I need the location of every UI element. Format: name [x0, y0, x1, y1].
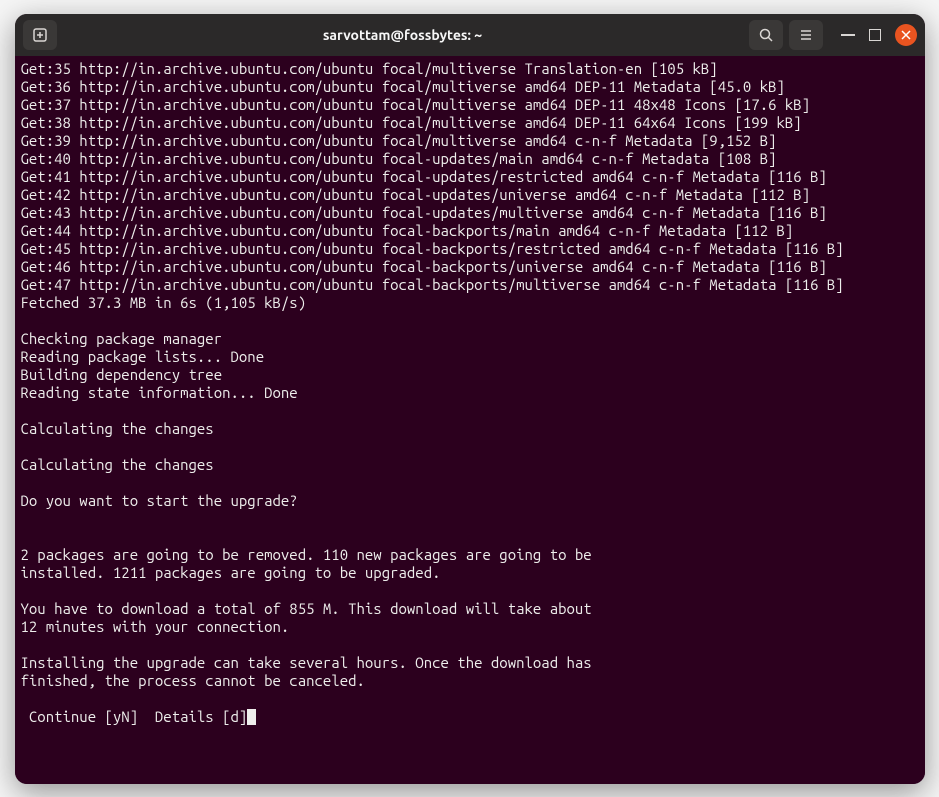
terminal-prompt: Continue [yN] Details [d]	[21, 708, 248, 725]
new-tab-icon	[32, 27, 48, 43]
hamburger-icon	[798, 27, 814, 43]
terminal-window: sarvottam@fossbytes: ~	[15, 14, 925, 784]
search-button[interactable]	[749, 20, 783, 50]
terminal-output: Get:35 http://in.archive.ubuntu.com/ubun…	[21, 60, 844, 689]
cursor	[247, 709, 256, 725]
titlebar-left	[23, 20, 57, 50]
window-title: sarvottam@fossbytes: ~	[65, 27, 741, 43]
minimize-button[interactable]	[841, 34, 855, 36]
titlebar: sarvottam@fossbytes: ~	[15, 14, 925, 56]
new-tab-button[interactable]	[23, 20, 57, 50]
titlebar-right	[749, 20, 917, 50]
window-controls	[841, 24, 917, 46]
menu-button[interactable]	[789, 20, 823, 50]
terminal-content[interactable]: Get:35 http://in.archive.ubuntu.com/ubun…	[15, 56, 925, 784]
maximize-button[interactable]	[869, 29, 881, 41]
close-button[interactable]	[895, 24, 917, 46]
close-icon	[901, 30, 911, 40]
search-icon	[758, 27, 774, 43]
